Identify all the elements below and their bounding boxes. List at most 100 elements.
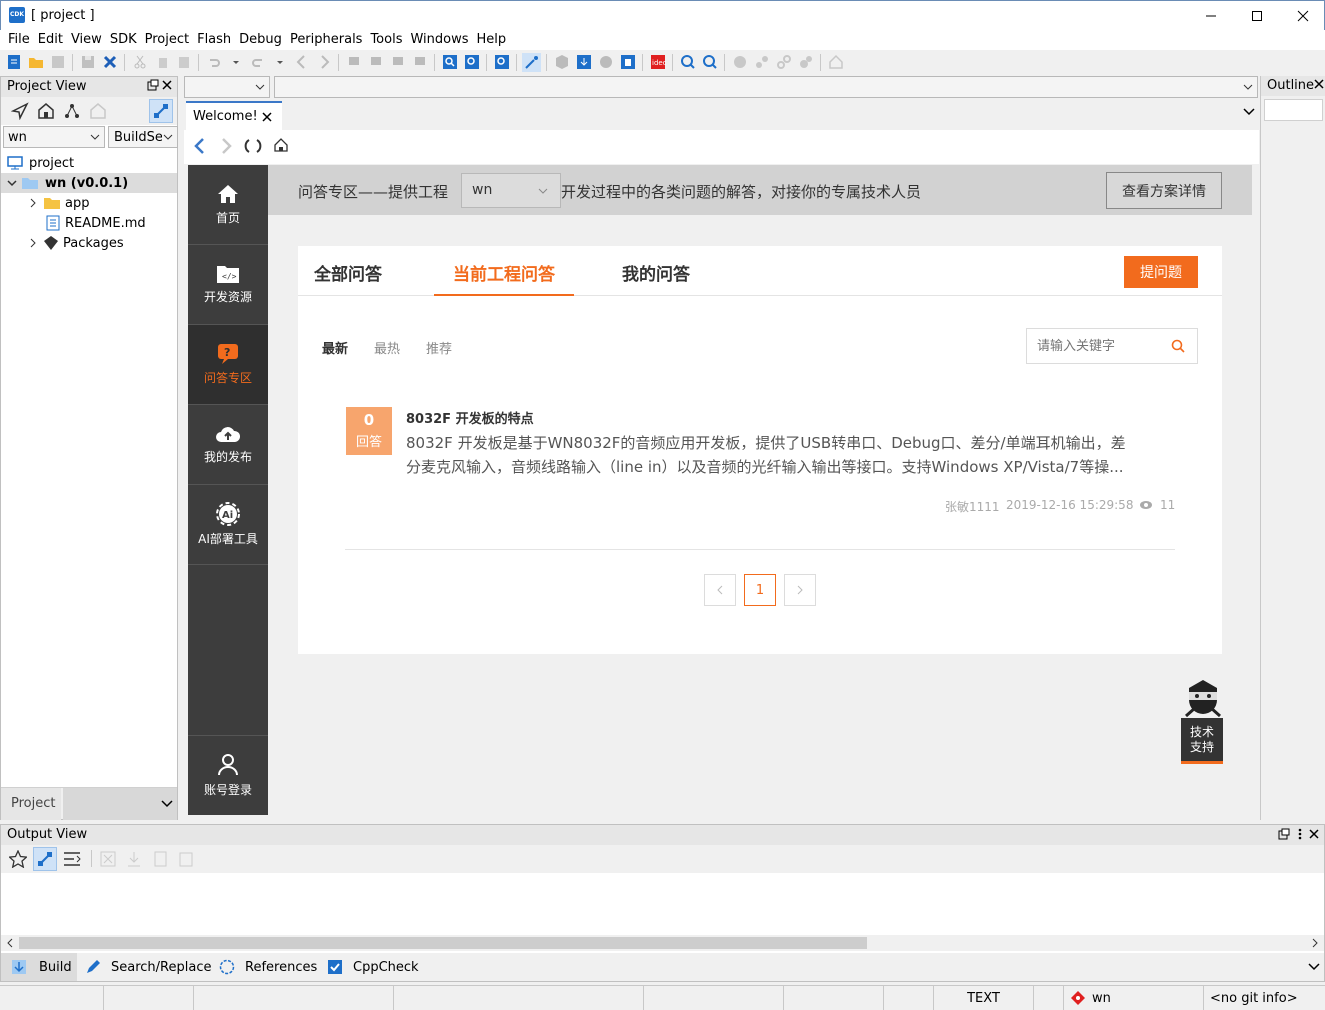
open-folder-icon[interactable] [26, 53, 45, 72]
find-in-files-icon[interactable] [462, 53, 481, 72]
more-options-icon[interactable] [1298, 827, 1302, 841]
link-icon[interactable] [752, 53, 771, 72]
filter-latest[interactable]: 最新 [322, 338, 348, 357]
breakpoint-icon[interactable] [730, 53, 749, 72]
keyword-search-input[interactable] [1027, 329, 1167, 363]
tree-item-readme[interactable]: README.md [1, 213, 177, 233]
locate-icon[interactable] [11, 102, 29, 120]
refresh-icon[interactable] [244, 138, 262, 154]
page-next-button[interactable] [784, 574, 816, 606]
home-toolbar-icon[interactable] [826, 53, 845, 72]
close-tab-icon[interactable] [262, 112, 272, 122]
reload-icon[interactable] [48, 53, 67, 72]
bookmark-prev-icon[interactable] [366, 53, 385, 72]
undo-icon[interactable] [204, 53, 223, 72]
paste-icon[interactable] [174, 53, 193, 72]
forward-arrow-icon[interactable] [218, 138, 234, 154]
maximize-button[interactable] [1234, 1, 1280, 31]
tree-item-project[interactable]: project [1, 153, 177, 173]
nav-qa[interactable]: ? 问答专区 [188, 325, 268, 405]
build-home-icon[interactable] [37, 102, 55, 120]
menu-flash[interactable]: Flash [193, 30, 235, 50]
erase-icon[interactable] [618, 53, 637, 72]
download-icon[interactable] [574, 53, 593, 72]
nav-my-posts[interactable]: 我的发布 [188, 405, 268, 485]
close-pane-icon[interactable] [1308, 828, 1320, 840]
menu-tools[interactable]: Tools [366, 30, 406, 50]
copy-output-icon[interactable] [151, 850, 169, 868]
menu-sdk[interactable]: SDK [106, 30, 141, 50]
paste-output-icon[interactable] [177, 850, 195, 868]
tab-cppcheck[interactable]: CppCheck [327, 953, 419, 981]
outline-filter-input[interactable] [1264, 99, 1323, 121]
nav-back-icon[interactable] [292, 53, 311, 72]
menu-help[interactable]: Help [473, 30, 511, 50]
float-pane-icon[interactable] [1278, 828, 1290, 840]
nav-home[interactable]: 首页 [188, 165, 268, 245]
tech-support-widget[interactable]: 技术 支持 [1181, 678, 1223, 764]
unlink-icon[interactable] [774, 53, 793, 72]
menu-view[interactable]: View [67, 30, 106, 50]
tab-current-project-qa[interactable]: 当前工程问答 [434, 246, 574, 296]
find-icon[interactable] [440, 53, 459, 72]
chevron-down-icon[interactable] [1308, 963, 1320, 971]
search-symbol-icon[interactable] [492, 53, 511, 72]
chevron-down-icon[interactable] [7, 178, 17, 188]
pane-selector[interactable] [63, 788, 177, 820]
menu-file[interactable]: File [4, 30, 34, 50]
zoom-in-icon[interactable] [678, 53, 697, 72]
cut-icon[interactable] [130, 53, 149, 72]
minimize-button[interactable] [1188, 1, 1234, 31]
filter-hottest[interactable]: 最热 [374, 338, 400, 357]
tab-build[interactable]: Build [1, 953, 77, 981]
tree-item-packages[interactable]: Packages [1, 233, 177, 253]
copy-icon[interactable] [152, 53, 171, 72]
symbol-scope-select[interactable] [184, 76, 270, 98]
menu-windows[interactable]: Windows [406, 30, 472, 50]
graph-icon[interactable] [63, 102, 81, 120]
buildset-select[interactable]: BuildSet [108, 126, 178, 148]
tab-my-qa[interactable]: 我的问答 [622, 260, 690, 285]
save-icon[interactable] [78, 53, 97, 72]
filter-recommended[interactable]: 推荐 [426, 338, 452, 357]
ask-question-button[interactable]: 提问题 [1124, 256, 1198, 288]
redo-icon[interactable] [248, 53, 267, 72]
wrap-lines-icon[interactable] [63, 850, 81, 868]
debug-icon[interactable]: ided [648, 53, 667, 72]
redo-dropdown-icon[interactable] [270, 53, 289, 72]
clean-icon[interactable] [596, 53, 615, 72]
home-icon[interactable] [274, 138, 288, 152]
status-project[interactable]: wn [1064, 986, 1204, 1010]
view-details-button[interactable]: 查看方案详情 [1106, 172, 1222, 209]
home-disabled-icon[interactable] [89, 102, 107, 120]
nav-dev-resources[interactable]: </> 开发资源 [188, 245, 268, 325]
project-select[interactable]: wn [3, 126, 105, 148]
menu-project[interactable]: Project [141, 30, 193, 50]
nav-ai-tools[interactable]: Ai AI部署工具 [188, 485, 268, 565]
gear-link-icon[interactable] [796, 53, 815, 72]
page-prev-button[interactable] [704, 574, 736, 606]
link-editor-icon[interactable] [149, 99, 173, 123]
build-config-icon[interactable] [522, 52, 541, 72]
chevron-right-icon[interactable] [29, 198, 37, 208]
close-window-button[interactable] [1280, 1, 1325, 31]
menu-debug[interactable]: Debug [235, 30, 286, 50]
menu-edit[interactable]: Edit [34, 30, 67, 50]
close-pane-icon[interactable] [1314, 79, 1324, 89]
tab-search-replace[interactable]: Search/Replace [85, 953, 211, 981]
project-pane-tab[interactable]: Project [1, 788, 61, 820]
float-pane-icon[interactable] [147, 79, 159, 91]
new-file-icon[interactable] [4, 53, 23, 72]
bookmark-clear-icon[interactable] [410, 53, 429, 72]
undo-dropdown-icon[interactable] [226, 53, 245, 72]
page-current[interactable]: 1 [744, 574, 776, 606]
back-arrow-icon[interactable] [192, 138, 208, 154]
bookmark-next-icon[interactable] [388, 53, 407, 72]
tab-welcome[interactable]: Welcome! [186, 101, 282, 130]
close-pane-icon[interactable] [161, 79, 173, 91]
save-output-icon[interactable] [125, 850, 143, 868]
tree-item-app[interactable]: app [1, 193, 177, 213]
chevron-left-icon[interactable] [6, 938, 14, 948]
question-title[interactable]: 8032F 开发板的特点 [406, 408, 534, 427]
link-icon[interactable] [33, 847, 57, 871]
